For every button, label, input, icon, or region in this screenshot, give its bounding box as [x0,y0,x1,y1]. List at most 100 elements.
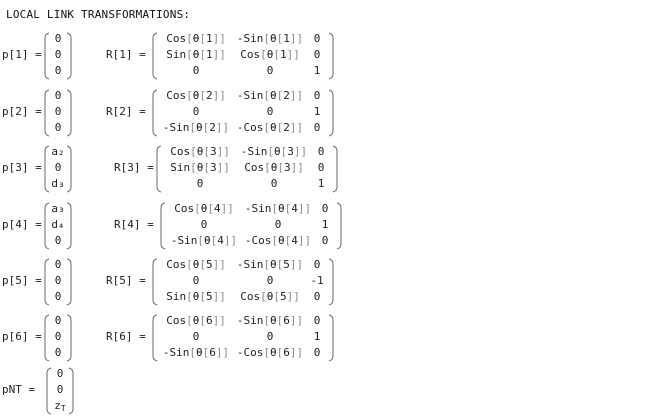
matrix-cell: -Sin[θ[6]] [162,346,230,359]
matrix-cell: Sin[θ[3]] [170,161,230,174]
matrix-cell: d₄ [51,218,65,231]
matrix-cell: Cos[θ[2]] [166,89,226,102]
matrix-cell: Cos[θ[4]] [174,202,234,215]
matrix-cell: 0 [54,274,62,287]
matrix-cell: 0 [54,234,62,247]
matrix-cell: 0 [266,64,274,77]
right-paren-icon [66,258,72,306]
matrix-cell: -Sin[θ[4]] [244,202,312,215]
matrix-cell: 0 [313,290,321,303]
matrix-cell: -Cos[θ[6]] [236,346,304,359]
matrix-cell: 0 [54,32,62,45]
matrix-cell: 0 [56,383,64,396]
matrix-cell: 0 [313,121,321,134]
matrix-cell: 0 [313,346,321,359]
matrix-cell: 0 [313,48,321,61]
matrix-cell: 0 [54,290,62,303]
matrix-cell: a₃ [51,202,65,215]
matrix-cell: -Sin[θ[3]] [240,145,308,158]
right-paren-icon [328,32,334,80]
matrix-cell: 0 [56,367,64,380]
left-paren-icon [152,258,158,306]
matrix-cell: 0 [270,177,278,190]
r-matrix-label: R[6] = [106,330,146,343]
rotation-matrix: Cos[θ[4]] -Sin[θ[4]] 0 0 0 1 -Sin[θ[4]] -Cos[θ[… [160,201,342,251]
transform-row: p[6] = 0 0 0 R[6] = Cos[θ[6]] -Sin[θ[6]] 0 0 0 1 -S… [0,313,654,363]
left-paren-icon [152,32,158,80]
matrix-cell: Cos[θ[1]] [240,48,300,61]
left-paren-icon [44,314,50,362]
matrix-cell: -Sin[θ[6]] [236,314,304,327]
p-vector-label: p[2] = [2,105,42,118]
matrix-cell: 1 [313,330,321,343]
rotation-matrix: Cos[θ[6]] -Sin[θ[6]] 0 0 0 1 -Sin[θ[6]] -Cos[θ[… [152,313,334,363]
matrix-cell: 0 [54,161,62,174]
matrix-cell: Cos[θ[5]] [240,290,300,303]
matrix-cell: 1 [313,105,321,118]
page-title: LOCAL LINK TRANSFORMATIONS: [6,8,191,21]
matrix-cell: 0 [54,330,62,343]
matrix-cell: 0 [266,274,274,287]
rotation-matrix: Cos[θ[1]] -Sin[θ[1]] 0 Sin[θ[1]] Cos[θ[1]] 0 0… [152,31,334,81]
matrix-cell: 0 [192,274,200,287]
matrix-cell: 0 [54,89,62,102]
rotation-matrix: Cos[θ[2]] -Sin[θ[2]] 0 0 0 1 -Sin[θ[2]] -Cos[θ[… [152,88,334,138]
transform-row: p[4] = a₃ d₄ 0 R[4] = Cos[θ[4]] -Sin[θ[4]] 0 0 0 1… [0,201,654,251]
matrix-cell: 0 [317,161,325,174]
matrix-cell: 0 [274,218,282,231]
p-vector: 0 0 0 [44,31,72,81]
matrix-cell: a₂ [51,145,65,158]
right-paren-icon [66,89,72,137]
p-vector: a₂ 0 d₃ [44,144,72,194]
matrix-cell: 0 [321,202,329,215]
matrix-cell: 0 [266,330,274,343]
p-vector: a₃ d₄ 0 [44,201,72,251]
right-paren-icon [328,89,334,137]
pnt-row: pNT = 0 0 zT [0,366,654,416]
right-paren-icon [66,32,72,80]
matrix-cell: 0 [54,346,62,359]
matrix-cell: Cos[θ[1]] [166,32,226,45]
matrix-cell: 1 [313,64,321,77]
matrix-cell: 1 [317,177,325,190]
left-paren-icon [44,89,50,137]
matrix-cell: 0 [54,314,62,327]
p-vector-label: p[6] = [2,330,42,343]
right-paren-icon [68,367,74,415]
matrix-cell: -Cos[θ[4]] [244,234,312,247]
left-paren-icon [44,202,50,250]
matrix-cell: 0 [313,258,321,271]
rotation-matrix: Cos[θ[3]] -Sin[θ[3]] 0 Sin[θ[3]] Cos[θ[3]] 0 0… [156,144,338,194]
rotation-matrix: Cos[θ[5]] -Sin[θ[5]] 0 0 0 -1 Sin[θ[5]] Cos[θ[5… [152,257,334,307]
p-vector: 0 0 0 [44,88,72,138]
matrix-cell: 0 [192,64,200,77]
matrix-cell: 0 [54,105,62,118]
matrix-cell: 0 [192,330,200,343]
transform-row: p[1] = 0 0 0 R[1] = Cos[θ[1]] -Sin[θ[1]] 0 Sin[θ… [0,31,654,81]
matrix-cell: 0 [54,48,62,61]
r-matrix-label: R[4] = [114,218,154,231]
right-paren-icon [66,145,72,193]
matrix-cell: -1 [310,274,324,287]
matrix-cell: -Cos[θ[2]] [236,121,304,134]
left-paren-icon [46,367,52,415]
matrix-cell: 0 [196,177,204,190]
left-paren-icon [156,145,162,193]
matrix-cell: 0 [54,121,62,134]
matrix-cell: 0 [54,64,62,77]
matrix-cell: d₃ [51,177,65,190]
matrix-cell: Cos[θ[3]] [244,161,304,174]
matrix-cell: Cos[θ[6]] [166,314,226,327]
transform-row: p[5] = 0 0 0 R[5] = Cos[θ[5]] -Sin[θ[5]] 0 0 0 -1 S… [0,257,654,307]
r-matrix-label: R[2] = [106,105,146,118]
right-paren-icon [332,145,338,193]
left-paren-icon [44,258,50,306]
r-matrix-label: R[5] = [106,274,146,287]
left-paren-icon [152,314,158,362]
matrix-cell: zT [54,399,66,413]
r-matrix-label: R[3] = [114,161,154,174]
matrix-cell: 0 [313,32,321,45]
right-paren-icon [328,314,334,362]
p-vector-label: p[5] = [2,274,42,287]
matrix-cell: Cos[θ[5]] [166,258,226,271]
